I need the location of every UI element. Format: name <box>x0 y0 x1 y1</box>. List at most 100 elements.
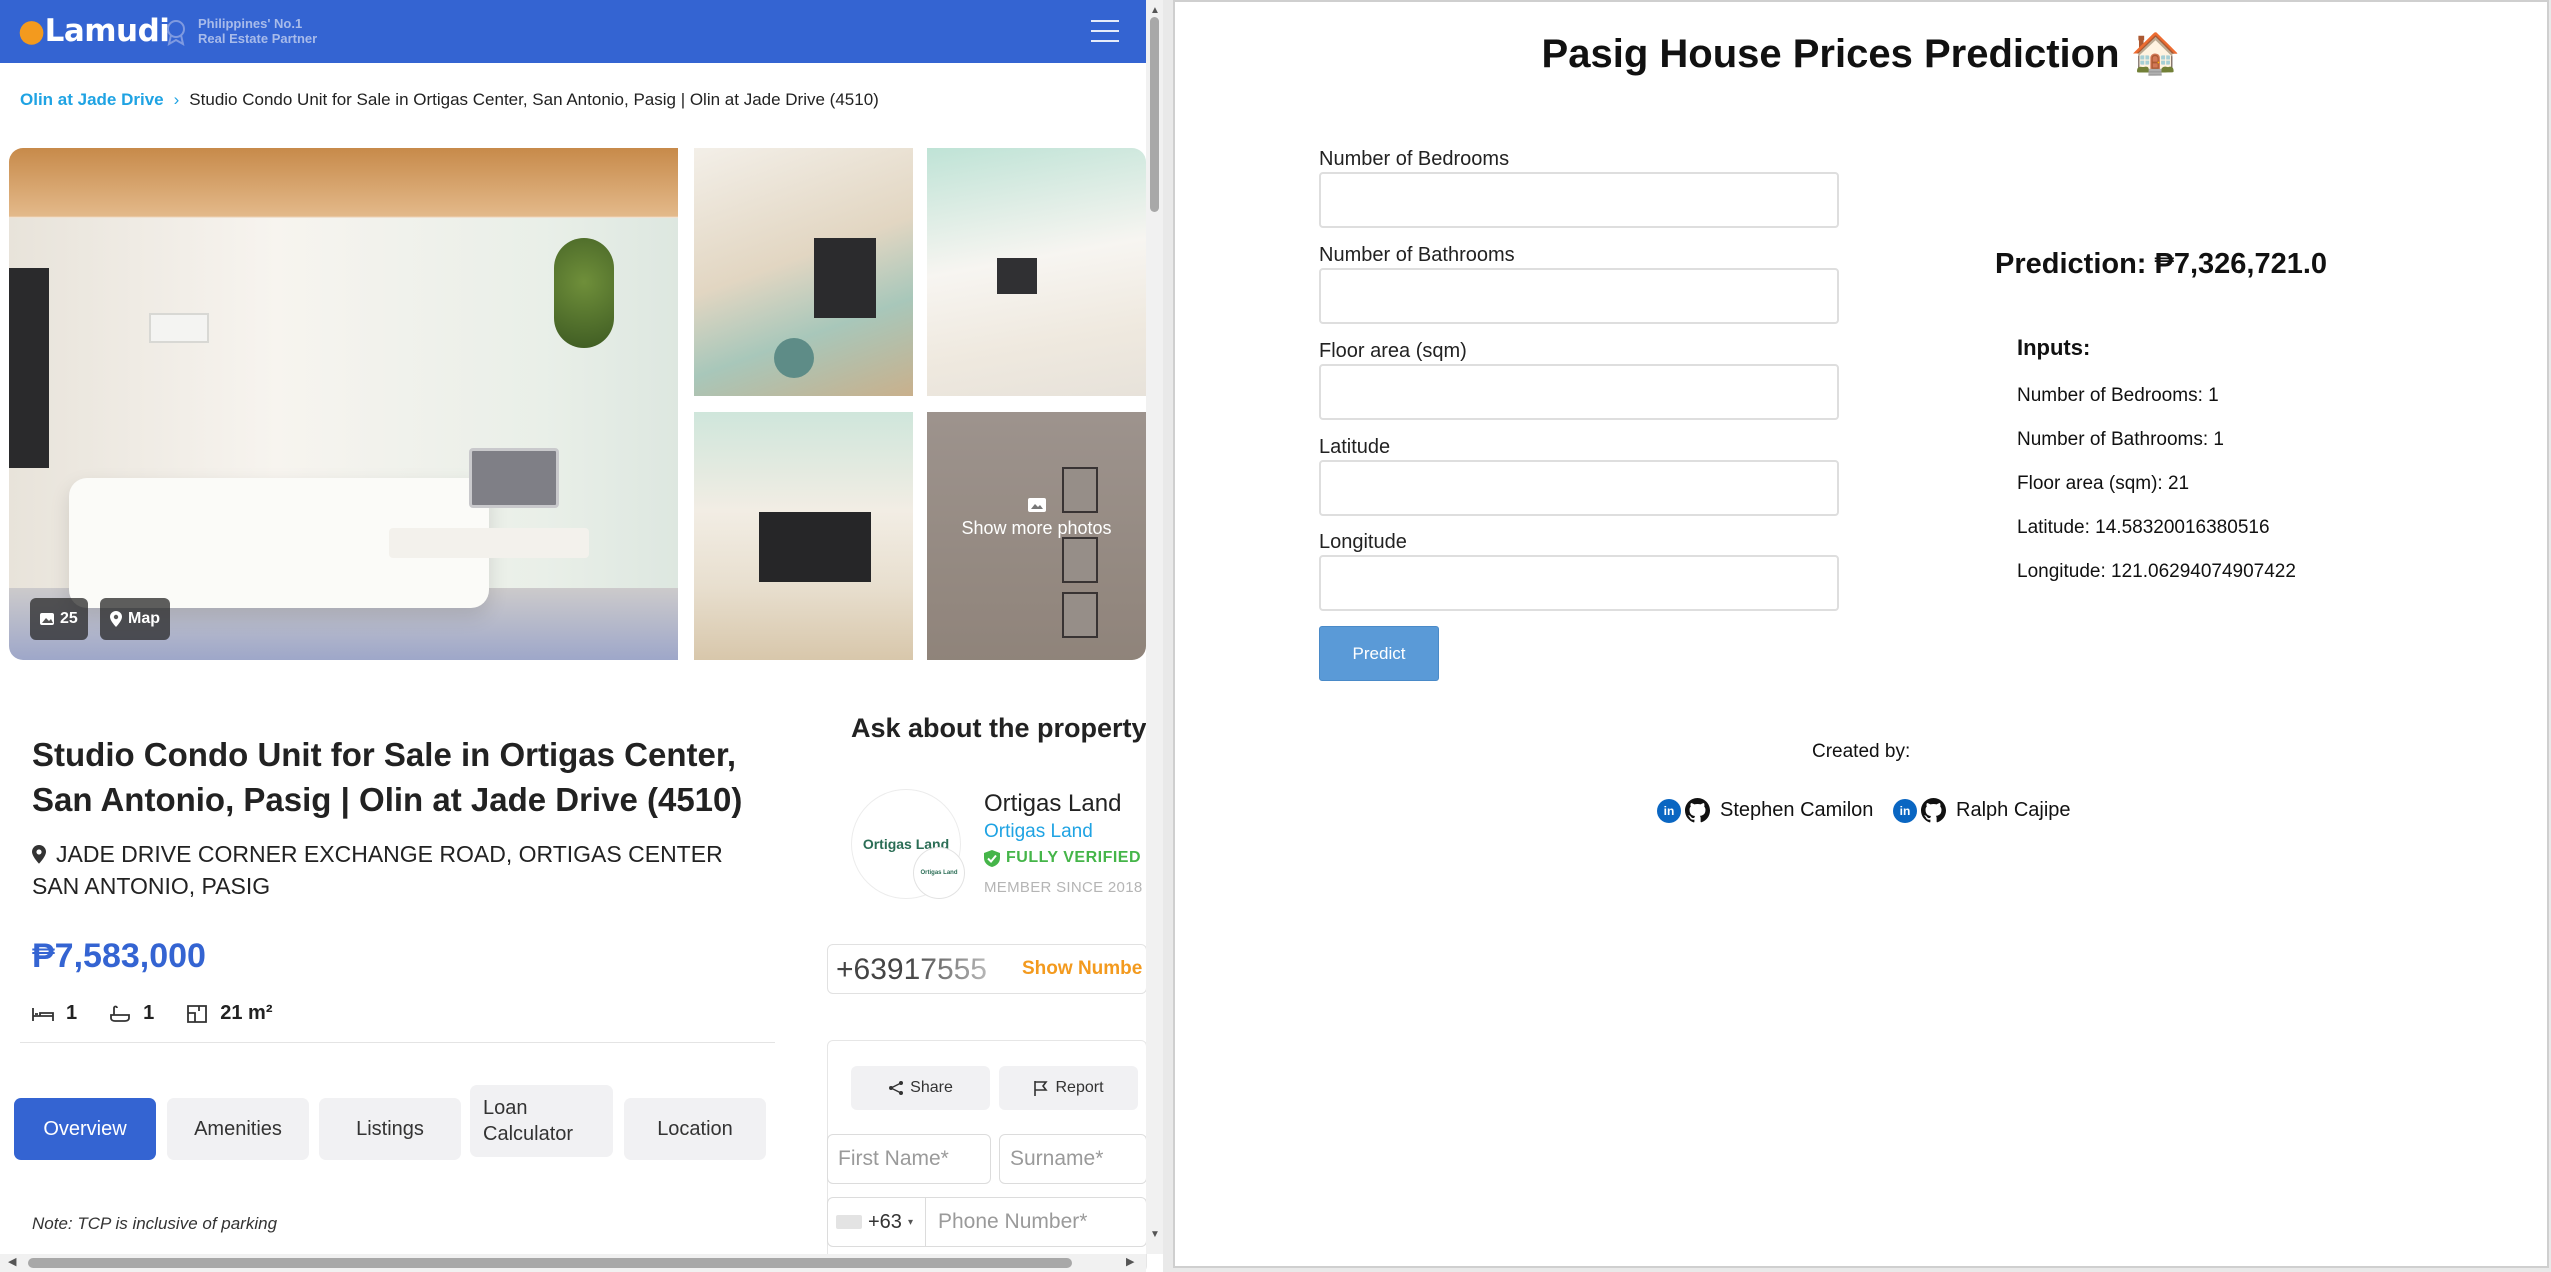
breadcrumb-parent-link[interactable]: Olin at Jade Drive <box>20 90 164 109</box>
menu-icon[interactable] <box>1091 20 1119 44</box>
linkedin-icon[interactable]: in <box>1893 798 1917 823</box>
floor-area-input[interactable] <box>1319 364 1839 420</box>
award-badge-icon <box>167 20 185 46</box>
map-button[interactable]: Map <box>100 598 170 640</box>
author-name: Stephen Camilon <box>1720 799 1874 821</box>
country-flag-icon <box>836 1215 862 1229</box>
show-more-photos-label: Show more photos <box>961 518 1112 538</box>
scroll-down-arrow-icon[interactable]: ▼ <box>1150 1229 1160 1240</box>
show-more-photos[interactable]: Show more photos <box>927 498 1146 541</box>
scroll-right-arrow-icon[interactable]: ▶ <box>1126 1255 1134 1268</box>
partner-tagline: Philippines' No.1 Real Estate Partner <box>198 16 317 46</box>
surname-field[interactable]: Surname* <box>999 1134 1147 1184</box>
predict-button[interactable]: Predict <box>1319 626 1439 681</box>
gallery-thumbnail-1[interactable] <box>694 148 913 396</box>
listing-pane: ●Lamudi Philippines' No.1 Real Estate Pa… <box>0 0 1163 1272</box>
vertical-scroll-thumb[interactable] <box>1150 17 1159 212</box>
report-label: Report <box>1055 1079 1104 1096</box>
share-label: Share <box>910 1079 953 1096</box>
report-button[interactable]: Report <box>999 1066 1138 1110</box>
image-icon <box>40 613 54 625</box>
listing-price: ₱7,583,000 <box>32 937 206 975</box>
flag-icon <box>1034 1080 1049 1096</box>
agent-name[interactable]: Ortigas Land <box>984 790 1121 818</box>
shield-check-icon <box>984 849 1000 867</box>
bathrooms-spec: 1 <box>109 1002 154 1025</box>
partner-line-2: Real Estate Partner <box>198 31 318 46</box>
bedrooms-value: 1 <box>66 1002 78 1024</box>
photo-count: 25 <box>60 610 78 627</box>
phone-placeholder: Phone Number* <box>938 1210 1088 1233</box>
bathrooms-label: Number of Bathrooms <box>1319 244 1515 266</box>
latitude-label: Latitude <box>1319 436 1391 458</box>
show-number-button[interactable]: Show Numbe <box>1022 958 1142 980</box>
input-summary-bedrooms: Number of Bedrooms: 1 <box>2017 385 2219 406</box>
app-title: Pasig House Prices Prediction 🏠 <box>1541 32 2181 76</box>
lamudi-logo[interactable]: ●Lamudi <box>18 13 170 49</box>
latitude-input[interactable] <box>1319 460 1839 516</box>
breadcrumb-current: Studio Condo Unit for Sale in Ortigas Ce… <box>189 90 879 109</box>
chevron-right-icon: › <box>173 90 180 109</box>
listing-title: Studio Condo Unit for Sale in Ortigas Ce… <box>32 736 743 818</box>
linkedin-icon[interactable]: in <box>1657 798 1681 823</box>
tab-amenities[interactable]: Amenities <box>167 1098 309 1160</box>
location-pin-icon <box>32 845 46 864</box>
agent-logo-small: Ortigas Land <box>914 848 964 898</box>
member-since: MEMBER SINCE 2018 <box>984 879 1143 896</box>
author-stephen-camilon: in Stephen Camilon <box>1657 798 1873 823</box>
agent-phone-box: +63917555 Show Numbe <box>827 944 1147 994</box>
gallery-thumbnail-2[interactable] <box>927 148 1146 396</box>
main-listing-photo[interactable] <box>9 148 678 660</box>
input-summary-longitude: Longitude: 121.06294074907422 <box>2017 561 2296 582</box>
bedrooms-label: Number of Bedrooms <box>1319 148 1510 170</box>
author-name: Ralph Cajipe <box>1956 799 2071 821</box>
gallery-thumbnail-3[interactable] <box>694 412 913 660</box>
bathrooms-value: 1 <box>143 1002 155 1024</box>
github-icon[interactable] <box>1685 798 1710 823</box>
scroll-left-arrow-icon[interactable]: ◀ <box>8 1255 16 1268</box>
partner-line-1: Philippines' No.1 <box>198 16 303 31</box>
input-summary-floor-area: Floor area (sqm): 21 <box>2017 473 2190 494</box>
tab-location[interactable]: Location <box>624 1098 766 1160</box>
bedrooms-spec: 1 <box>32 1002 77 1025</box>
site-header: ●Lamudi Philippines' No.1 Real Estate Pa… <box>0 0 1146 63</box>
created-by-label: Created by: <box>1812 741 1911 762</box>
address-text: JADE DRIVE CORNER EXCHANGE ROAD, ORTIGAS… <box>32 841 723 899</box>
tab-loan-calculator[interactable]: Loan Calculator <box>470 1085 613 1157</box>
verified-label: FULLY VERIFIED <box>1006 849 1142 866</box>
horizontal-scroll-thumb[interactable] <box>28 1258 1072 1268</box>
verified-badge: FULLY VERIFIED <box>984 849 1141 867</box>
tab-loan-calculator-label: Loan Calculator <box>483 1097 574 1145</box>
bathtub-icon <box>110 1005 131 1022</box>
bathrooms-input[interactable] <box>1319 268 1839 324</box>
section-divider <box>20 1042 775 1043</box>
caret-down-icon: ▾ <box>907 1216 913 1228</box>
phone-field[interactable]: +63 ▾ Phone Number* <box>827 1197 1147 1247</box>
pricing-note: Note: TCP is inclusive of parking <box>32 1214 278 1233</box>
tab-listings[interactable]: Listings <box>319 1098 461 1160</box>
country-code: +63 <box>868 1210 902 1233</box>
github-icon[interactable] <box>1921 798 1946 823</box>
country-code-select[interactable]: +63 ▾ <box>828 1198 926 1246</box>
scroll-up-arrow-icon[interactable]: ▲ <box>1150 5 1160 16</box>
author-ralph-cajipe: in Ralph Cajipe <box>1893 798 2071 823</box>
inputs-heading: Inputs: <box>2017 335 2091 360</box>
share-button[interactable]: Share <box>851 1066 990 1110</box>
input-summary-bathrooms: Number of Bathrooms: 1 <box>2017 429 2224 450</box>
agent-phone-preview: +63917555 <box>836 953 987 986</box>
floor-area-value: 21 m² <box>220 1002 273 1024</box>
floor-area-spec: 21 m² <box>186 1002 273 1025</box>
tab-overview[interactable]: Overview <box>14 1098 156 1160</box>
longitude-input[interactable] <box>1319 555 1839 611</box>
share-icon <box>889 1081 904 1095</box>
listing-specs: 1 1 21 m² <box>32 1002 305 1025</box>
input-summary-latitude: Latitude: 14.58320016380516 <box>2017 517 2270 538</box>
first-name-field[interactable]: First Name* <box>827 1134 991 1184</box>
agent-avatar[interactable]: Ortigas Land Ortigas Land <box>852 790 964 898</box>
agent-company-link[interactable]: Ortigas Land <box>984 821 1093 843</box>
breadcrumb: Olin at Jade Drive › Studio Condo Unit for… <box>20 90 879 110</box>
bedrooms-input[interactable] <box>1319 172 1839 228</box>
map-pin-icon <box>110 611 122 627</box>
photo-count-button[interactable]: 25 <box>30 598 88 640</box>
floor-area-label: Floor area (sqm) <box>1319 340 1467 362</box>
